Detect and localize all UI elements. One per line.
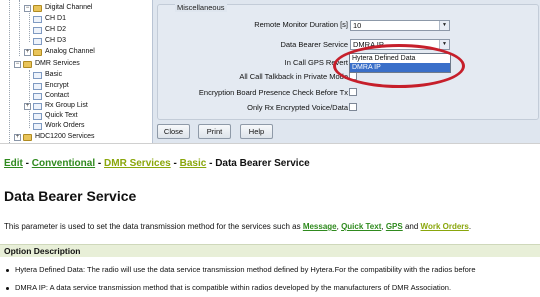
bullet-icon [6,268,9,272]
tree-item-quick-text[interactable]: Quick Text [33,111,78,121]
link-quick-text[interactable]: Quick Text [341,222,381,231]
intro-paragraph: This parameter is used to set the data t… [4,222,471,231]
tree-item-hdc1200-services[interactable]: + HDC1200 Services [14,132,95,142]
configuration-screenshot: − Digital Channel CH D1 CH D2 CH D3 + An… [0,0,540,143]
breadcrumb-separator: - [170,158,180,169]
list-item: DMRA IP: A data service transmission met… [6,283,451,292]
highlight-ellipse [333,44,465,88]
data-bearer-service-label: Data Bearer Service [280,40,348,49]
folder-icon [23,133,32,141]
tree-item-basic[interactable]: Basic [33,70,62,80]
expand-icon[interactable]: + [14,133,21,141]
tree-item-ch-d1[interactable]: CH D1 [33,14,66,24]
remote-monitor-duration-label: Remote Monitor Duration [s] [254,20,348,29]
folder-icon [33,4,42,12]
folder-icon [33,48,42,56]
bullet-icon [6,286,9,290]
breadcrumb-link-edit[interactable]: Edit [4,158,23,169]
option-description-heading: Option Description [0,244,540,257]
work-orders-icon [33,122,42,130]
contact-icon [33,92,42,100]
help-button[interactable]: Help [240,124,273,139]
lock-icon [33,82,42,90]
close-button[interactable]: Close [157,124,190,139]
group-list-icon [33,102,42,110]
breadcrumb: Edit - Conventional - DMR Services - Bas… [4,158,310,169]
tree-item-ch-d2[interactable]: CH D2 [33,25,66,35]
link-gps[interactable]: GPS [386,222,403,231]
page-title: Data Bearer Service [4,188,137,204]
tree-item-contact[interactable]: Contact [33,91,69,101]
tree-item-work-orders[interactable]: Work Orders [33,121,85,131]
tree-item-analog-channel[interactable]: + Analog Channel [24,47,95,57]
tree-item-encrypt[interactable]: Encrypt [33,81,69,91]
chevron-down-icon[interactable]: ▼ [439,21,449,30]
quick-text-icon [33,112,42,120]
expand-icon[interactable]: + [24,48,31,56]
breadcrumb-link-basic[interactable]: Basic [180,158,207,169]
expand-icon[interactable]: + [24,102,31,110]
breadcrumb-current: Data Bearer Service [215,158,310,169]
navigation-tree[interactable]: − Digital Channel CH D1 CH D2 CH D3 + An… [0,0,153,143]
group-title: Miscellaneous [175,3,227,12]
breadcrumb-link-conventional[interactable]: Conventional [32,158,95,169]
encryption-board-check-label: Encryption Board Presence Check Before T… [198,88,348,97]
separator: . [468,222,472,231]
tree-item-dmr-services[interactable]: − DMR Services [14,59,80,69]
settings-page-icon [33,71,42,79]
list-item: Hytera Defined Data: The radio will use … [6,265,476,274]
breadcrumb-separator: - [206,158,216,169]
chevron-down-icon[interactable]: ▼ [439,40,449,49]
breadcrumb-link-dmr-services[interactable]: DMR Services [104,158,171,169]
print-button[interactable]: Print [198,124,231,139]
breadcrumb-separator: - [95,158,105,169]
collapse-icon[interactable]: − [24,4,31,12]
remote-monitor-duration-select[interactable]: 10 ▼ [350,20,450,31]
help-document: Edit - Conventional - DMR Services - Bas… [0,143,540,297]
all-call-talkback-label: All Call Talkback in Private Mode [239,72,348,81]
tree-item-ch-d3[interactable]: CH D3 [33,36,66,46]
breadcrumb-separator: - [22,158,32,169]
encryption-board-check-checkbox[interactable] [349,88,357,96]
tree-item-rx-group-list[interactable]: + Rx Group List [24,101,88,111]
tree-item-digital-channel[interactable]: − Digital Channel [24,3,92,13]
only-rx-encrypted-label: Only Rx Encrypted Voice/Data [247,103,348,112]
separator: and [402,222,421,231]
channel-icon [33,26,42,34]
link-work-orders[interactable]: Work Orders [421,222,469,231]
folder-icon [23,60,32,68]
intro-text: This parameter is used to set the data t… [4,222,303,231]
channel-icon [33,37,42,45]
link-message[interactable]: Message [303,222,337,231]
only-rx-encrypted-checkbox[interactable] [349,103,357,111]
channel-icon [33,15,42,23]
collapse-icon[interactable]: − [14,60,21,68]
